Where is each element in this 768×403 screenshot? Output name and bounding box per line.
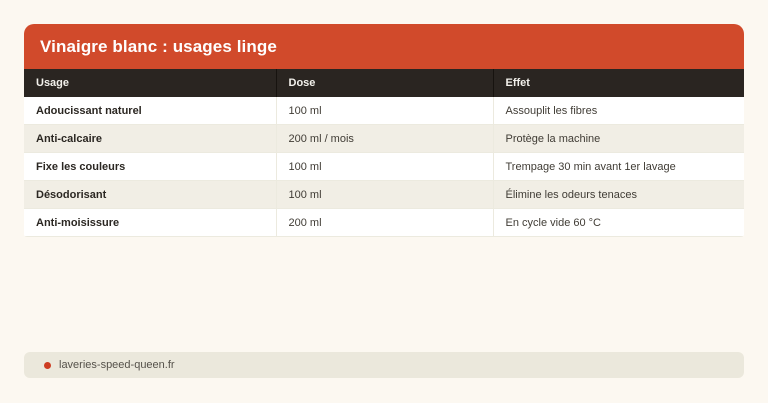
table-header-row: Usage Dose Effet xyxy=(24,69,744,97)
effet-cell: Trempage 30 min avant 1er lavage xyxy=(493,152,744,181)
usage-cell: Désodorisant xyxy=(24,180,277,209)
dose-cell: 100 ml xyxy=(276,97,494,125)
usage-table: Usage Dose Effet Adoucissant naturel 100 ml… xyxy=(24,69,744,237)
dose-cell: 200 ml xyxy=(276,208,494,237)
dose-cell: 200 ml / mois xyxy=(276,124,494,153)
effet-cell: En cycle vide 60 °C xyxy=(493,208,744,237)
usage-cell: Fixe les couleurs xyxy=(24,152,277,181)
usage-cell: Anti-moisissure xyxy=(24,208,277,237)
table-header-cell: Effet xyxy=(493,69,744,97)
table-header-cell: Usage xyxy=(24,69,277,97)
bullet-dot-icon xyxy=(44,361,51,369)
source-text: laveries-speed-queen.fr xyxy=(59,359,175,371)
usage-cell: Anti-calcaire xyxy=(24,124,277,153)
page-title: Vinaigre blanc : usages linge xyxy=(40,36,277,56)
source-footer: laveries-speed-queen.fr xyxy=(24,352,744,378)
usage-cell: Adoucissant naturel xyxy=(24,97,277,125)
table-row: Anti-moisissure 200 ml En cycle vide 60 °C xyxy=(24,208,744,237)
effet-cell: Assouplit les fibres xyxy=(493,97,744,125)
table-header-cell: Dose xyxy=(276,69,494,97)
dose-cell: 100 ml xyxy=(276,180,494,209)
table-header: Usage Dose Effet xyxy=(24,69,744,97)
dose-cell: 100 ml xyxy=(276,152,494,181)
table-body: Adoucissant naturel 100 ml Assouplit les f… xyxy=(24,97,744,237)
table-row: Fixe les couleurs 100 ml Trempage 30 min a… xyxy=(24,152,744,181)
effet-cell: Protège la machine xyxy=(493,124,744,153)
table-row: Adoucissant naturel 100 ml Assouplit les f… xyxy=(24,97,744,125)
table-row: Désodorisant 100 ml Élimine les odeurs ten… xyxy=(24,180,744,209)
card-title-bar: Vinaigre blanc : usages linge xyxy=(24,24,744,69)
usage-table-card: Vinaigre blanc : usages linge Usage Dose E… xyxy=(24,24,744,237)
effet-cell: Élimine les odeurs tenaces xyxy=(493,180,744,209)
table-row: Anti-calcaire 200 ml / mois Protège la mac… xyxy=(24,124,744,153)
